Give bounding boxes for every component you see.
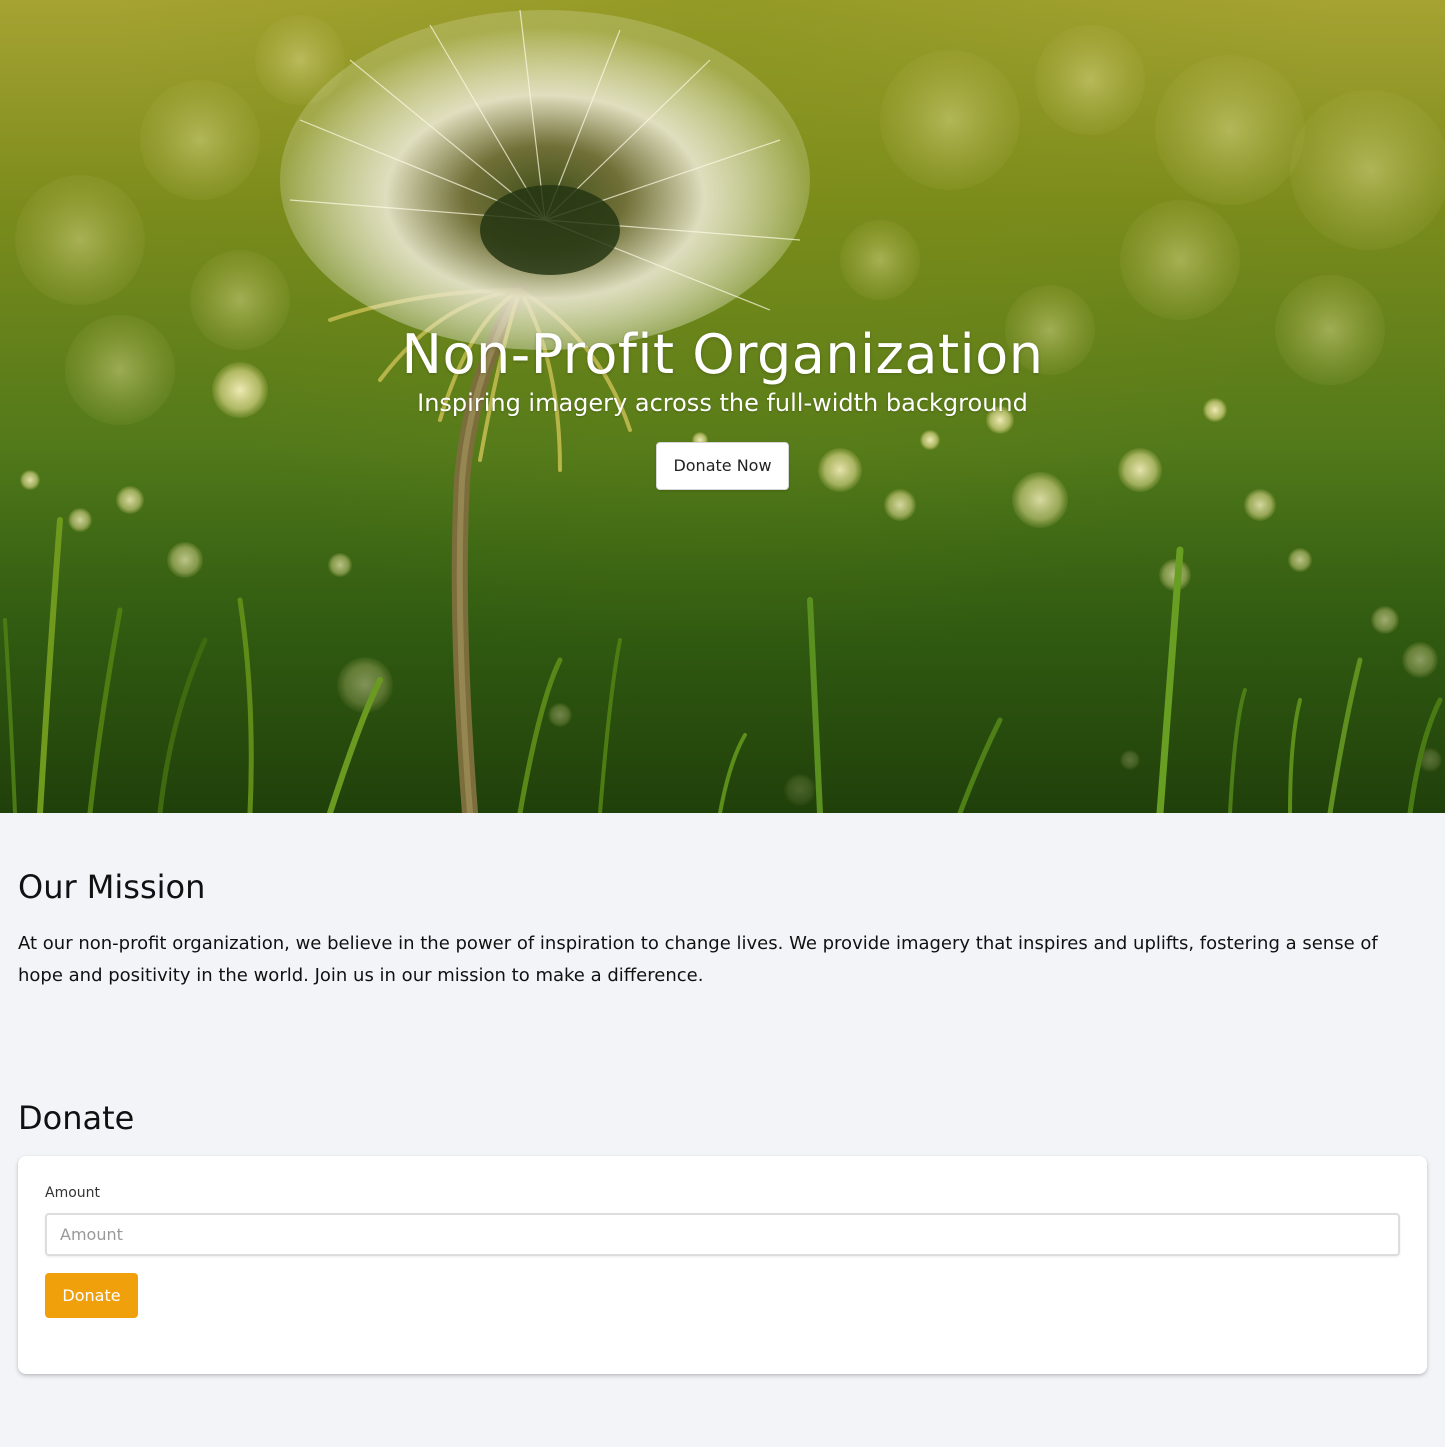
mission-section: Our Mission At our non-profit organizati…: [18, 866, 1418, 992]
hero-subtitle: Inspiring imagery across the full-width …: [417, 389, 1028, 417]
amount-input[interactable]: [45, 1213, 1400, 1256]
hero-section: Non-Profit Organization Inspiring imager…: [0, 0, 1445, 813]
donate-now-button[interactable]: Donate Now: [656, 442, 789, 490]
hero-title: Non-Profit Organization: [401, 323, 1044, 386]
hero-content: Non-Profit Organization Inspiring imager…: [0, 322, 1445, 490]
donate-title: Donate: [18, 1099, 135, 1137]
mission-text: At our non-profit organization, we belie…: [18, 933, 1378, 986]
donate-section: Donate Amount Donate: [18, 1097, 1427, 1374]
donate-form-card: Amount Donate: [18, 1156, 1427, 1374]
amount-label: Amount: [45, 1185, 101, 1201]
mission-title: Our Mission: [18, 868, 206, 906]
donate-submit-button[interactable]: Donate: [45, 1273, 138, 1318]
